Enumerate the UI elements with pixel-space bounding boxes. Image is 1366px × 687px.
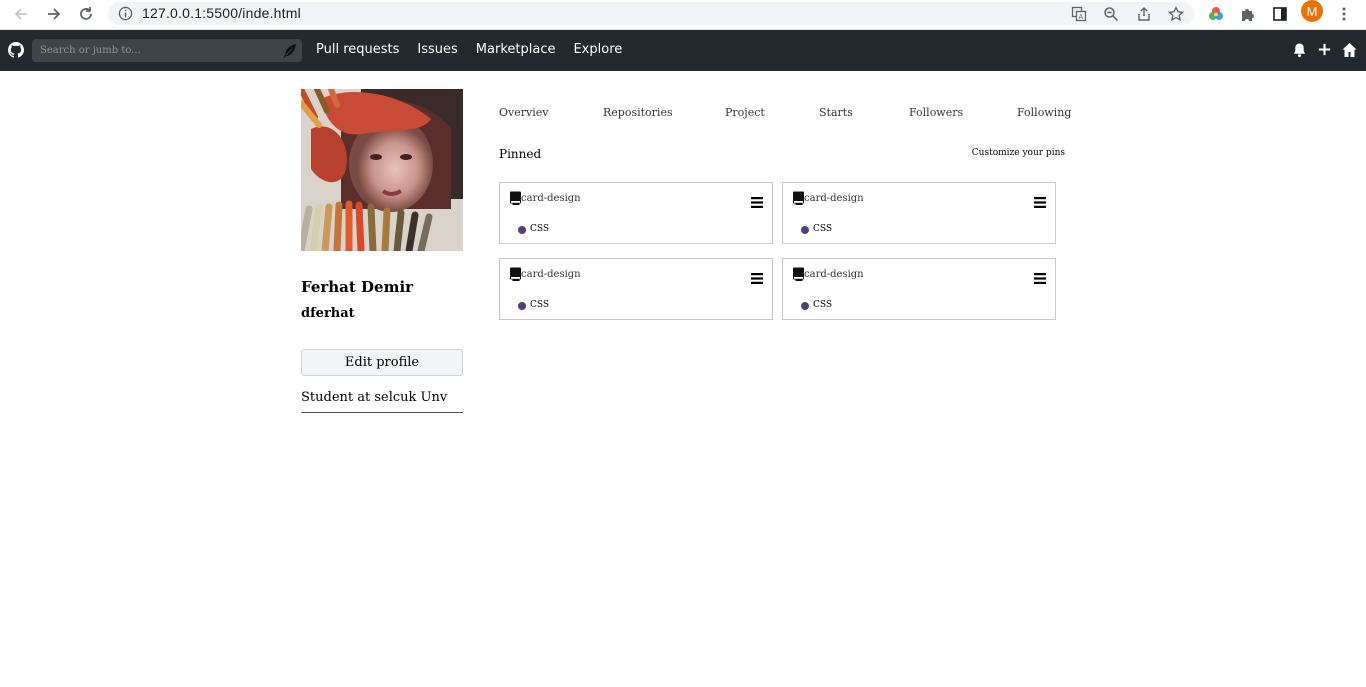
nav-explore[interactable]: Explore (573, 42, 622, 57)
hamburger-menu-icon[interactable] (751, 269, 763, 284)
tab-following[interactable]: Following (1017, 106, 1071, 119)
extensions-puzzle-icon[interactable] (1237, 3, 1259, 25)
feather-icon (282, 43, 298, 59)
tab-project[interactable]: Project (725, 106, 765, 119)
back-arrow-icon[interactable] (10, 3, 32, 25)
bookmark-star-icon[interactable] (1166, 4, 1186, 24)
profile-photo (301, 89, 463, 251)
pinned-card[interactable]: card-design CSS (782, 258, 1056, 320)
address-bar[interactable]: 127.0.0.1:5500/inde.html A (108, 2, 1194, 25)
translate-icon[interactable]: A (1069, 4, 1089, 24)
header-nav: Pull requests Issues Marketplace Explore (316, 42, 640, 57)
repo-language: CSS (530, 224, 550, 234)
pinned-card[interactable]: card-design CSS (499, 258, 773, 320)
language-color-dot (801, 226, 809, 234)
repo-name[interactable]: card-design (804, 269, 864, 280)
nav-marketplace[interactable]: Marketplace (476, 42, 556, 57)
home-icon[interactable] (1341, 41, 1358, 58)
language-color-dot (518, 302, 526, 310)
hamburger-menu-icon[interactable] (1034, 193, 1046, 208)
browser-profile-avatar[interactable]: M (1301, 0, 1323, 22)
share-icon[interactable] (1134, 4, 1154, 24)
pinned-title: Pinned (499, 147, 542, 161)
forward-arrow-icon[interactable] (43, 3, 65, 25)
search-input[interactable] (32, 39, 272, 62)
repo-name[interactable]: card-design (521, 269, 581, 280)
site-info-icon[interactable] (118, 6, 133, 21)
reload-icon[interactable] (75, 3, 97, 25)
profile-username: dferhat (301, 306, 355, 321)
nav-pull-requests[interactable]: Pull requests (316, 42, 399, 57)
nav-issues[interactable]: Issues (417, 42, 457, 57)
hamburger-menu-icon[interactable] (1034, 269, 1046, 284)
tab-repositories[interactable]: Repositories (603, 106, 673, 119)
profile-bio: Student at selcuk Unv (301, 390, 463, 413)
url-text[interactable]: 127.0.0.1:5500/inde.html (142, 5, 301, 21)
tab-stars[interactable]: Starts (819, 106, 853, 119)
pinned-card[interactable]: card-design CSS (782, 182, 1056, 244)
browser-menu-icon[interactable] (1333, 3, 1355, 25)
tab-overview[interactable]: Overviev (499, 106, 548, 119)
site-header: Pull requests Issues Marketplace Explore (0, 30, 1366, 71)
repo-language: CSS (813, 224, 833, 234)
repo-name[interactable]: card-design (804, 193, 864, 204)
customize-pins-link[interactable]: Customize your pins (972, 148, 1065, 158)
zoom-icon[interactable] (1101, 4, 1121, 24)
side-panel-icon[interactable] (1269, 3, 1291, 25)
language-color-dot (518, 226, 526, 234)
plus-icon[interactable] (1316, 41, 1333, 58)
profile-tabs: Overviev Repositories Project Starts Fol… (499, 106, 1071, 124)
color-wheel-extension-icon[interactable] (1205, 3, 1227, 25)
language-color-dot (801, 302, 809, 310)
hamburger-menu-icon[interactable] (751, 193, 763, 208)
browser-toolbar: 127.0.0.1:5500/inde.html A M (0, 0, 1366, 30)
github-logo-icon[interactable] (8, 42, 24, 58)
repo-name[interactable]: card-design (521, 193, 581, 204)
svg-text:A: A (1079, 13, 1084, 21)
repo-language: CSS (813, 300, 833, 310)
header-actions (1291, 41, 1358, 58)
bell-icon[interactable] (1291, 41, 1308, 58)
edit-profile-button[interactable]: Edit profile (301, 349, 463, 376)
profile-full-name: Ferhat Demir (301, 278, 414, 296)
tab-followers[interactable]: Followers (909, 106, 963, 119)
pinned-card[interactable]: card-design CSS (499, 182, 773, 244)
search-box[interactable] (32, 39, 302, 62)
repo-language: CSS (530, 300, 550, 310)
